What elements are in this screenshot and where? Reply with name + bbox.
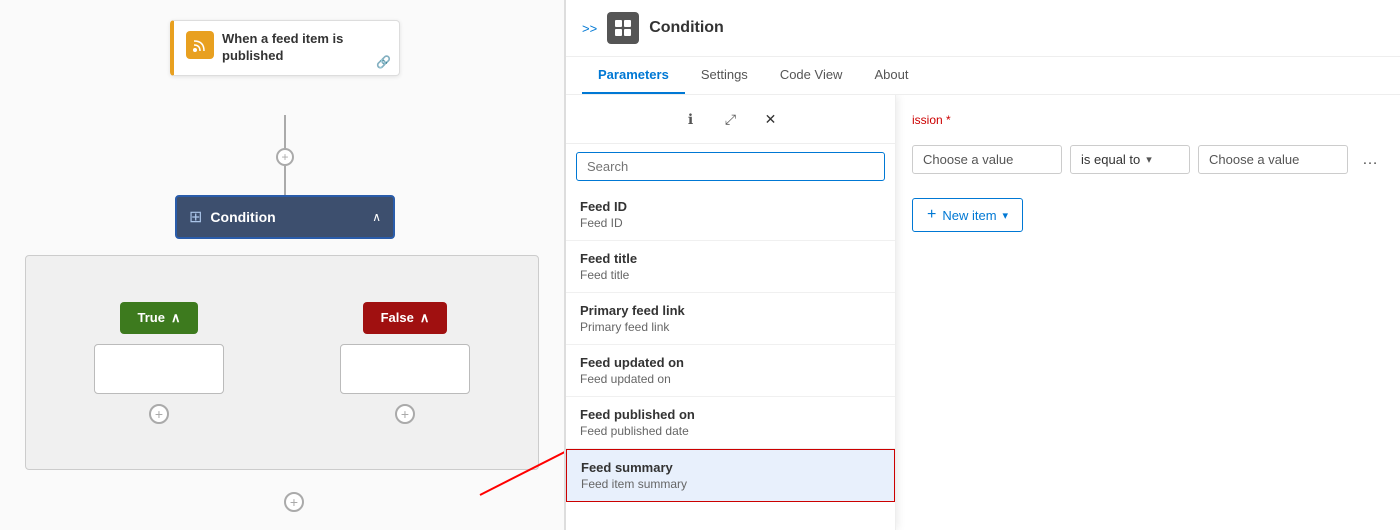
chevron-up-icon: ∧ <box>372 210 381 224</box>
condition-panel-icon <box>607 12 639 44</box>
rss-icon <box>186 31 214 59</box>
feed-id-subtitle: Feed ID <box>580 216 881 230</box>
link-icon: 🔗 <box>376 55 391 69</box>
close-button[interactable]: ✕ <box>757 105 785 133</box>
false-branch-button[interactable]: False ∧ <box>363 302 448 334</box>
tab-settings[interactable]: Settings <box>685 57 764 94</box>
dropdown-item-updated-on[interactable]: Feed updated on Feed updated on <box>566 345 895 397</box>
feed-title-title: Feed title <box>580 251 881 266</box>
tab-code-view[interactable]: Code View <box>764 57 859 94</box>
operator-text: is equal to <box>1081 152 1140 167</box>
true-branch-box <box>94 344 224 394</box>
add-button-bottom[interactable]: + <box>284 492 304 512</box>
connector-line2 <box>284 166 286 196</box>
choose-value-1[interactable]: Choose a value <box>912 145 1062 174</box>
property-panel: >> Condition Parameters Settings Code Vi… <box>565 0 1400 530</box>
panel-tabs: Parameters Settings Code View About <box>566 57 1400 95</box>
tab-parameters[interactable]: Parameters <box>582 57 685 94</box>
condition-editor: ission * Choose a value is equal to ▾ Ch… <box>896 95 1400 530</box>
new-item-label: New item <box>942 208 996 223</box>
feed-summary-title: Feed summary <box>581 460 880 475</box>
true-branch-button[interactable]: True ∧ <box>120 302 199 334</box>
true-label: True <box>138 310 165 325</box>
feed-summary-subtitle: Feed item summary <box>581 477 880 491</box>
published-on-title: Feed published on <box>580 407 881 422</box>
chevron-down-new-item: ▾ <box>1003 209 1009 222</box>
primary-link-subtitle: Primary feed link <box>580 320 881 334</box>
trigger-label: When a feed item is published <box>222 31 387 65</box>
feed-id-title: Feed ID <box>580 199 881 214</box>
more-options-button[interactable]: … <box>1356 147 1384 173</box>
dropdown-overlay: ℹ ⤢ ✕ Feed ID Feed ID Feed title <box>566 95 896 530</box>
chevron-up-false: ∧ <box>420 310 430 326</box>
condition-inputs-row: Choose a value is equal to ▾ Choose a va… <box>912 145 1384 174</box>
condition-node[interactable]: ⊞ Condition ∧ <box>175 195 395 239</box>
close-icon: ✕ <box>765 111 777 128</box>
false-label: False <box>381 310 414 325</box>
chevron-down-operator: ▾ <box>1146 153 1152 166</box>
dropdown-item-feed-summary[interactable]: Feed summary Feed item summary <box>566 449 895 502</box>
updated-on-subtitle: Feed updated on <box>580 372 881 386</box>
operator-dropdown[interactable]: is equal to ▾ <box>1070 145 1190 174</box>
panel-title: Condition <box>649 19 724 37</box>
choose-value-2-text: Choose a value <box>1209 152 1299 167</box>
tab-about[interactable]: About <box>858 57 924 94</box>
breadcrumb-icon[interactable]: >> <box>582 21 597 36</box>
published-on-subtitle: Feed published date <box>580 424 881 438</box>
condition-node-label: Condition <box>210 209 364 225</box>
updated-on-title: Feed updated on <box>580 355 881 370</box>
expand-button[interactable]: ⤢ <box>717 105 745 133</box>
condition-icon: ⊞ <box>189 207 202 227</box>
panel-body: ℹ ⤢ ✕ Feed ID Feed ID Feed title <box>566 95 1400 530</box>
info-button[interactable]: ℹ <box>677 105 705 133</box>
plus-icon: + <box>927 206 936 224</box>
add-button-true[interactable]: + <box>149 404 169 424</box>
new-item-row: + New item ▾ <box>912 198 1384 232</box>
dropdown-item-feed-title[interactable]: Feed title Feed title <box>566 241 895 293</box>
choose-value-1-text: Choose a value <box>923 152 1013 167</box>
dropdown-item-primary-link[interactable]: Primary feed link Primary feed link <box>566 293 895 345</box>
feed-title-subtitle: Feed title <box>580 268 881 282</box>
trigger-node[interactable]: When a feed item is published 🔗 <box>170 20 400 76</box>
add-button-false[interactable]: + <box>395 404 415 424</box>
condition-section-label: ission * <box>912 111 1384 129</box>
new-item-button[interactable]: + New item ▾ <box>912 198 1023 232</box>
search-input[interactable] <box>576 152 885 181</box>
false-branch-box <box>340 344 470 394</box>
branch-container: True ∧ + False ∧ + <box>25 255 539 470</box>
dropdown-icons-row: ℹ ⤢ ✕ <box>566 95 895 144</box>
dropdown-item-feed-id[interactable]: Feed ID Feed ID <box>566 189 895 241</box>
section-label-text: ission * <box>912 113 951 127</box>
choose-value-2[interactable]: Choose a value <box>1198 145 1348 174</box>
panel-header: >> Condition <box>566 0 1400 57</box>
add-button-1[interactable]: + <box>276 148 294 166</box>
info-icon: ℹ <box>688 111 693 128</box>
dropdown-item-published-on[interactable]: Feed published on Feed published date <box>566 397 895 449</box>
dropdown-list: Feed ID Feed ID Feed title Feed title Pr… <box>566 189 895 530</box>
chevron-up-true: ∧ <box>171 310 181 326</box>
false-branch: False ∧ + <box>340 302 470 424</box>
primary-link-title: Primary feed link <box>580 303 881 318</box>
true-branch: True ∧ + <box>94 302 224 424</box>
expand-icon: ⤢ <box>725 111 736 128</box>
workflow-canvas: When a feed item is published 🔗 + ⊞ Cond… <box>0 0 565 530</box>
connector-line1 <box>284 115 286 150</box>
